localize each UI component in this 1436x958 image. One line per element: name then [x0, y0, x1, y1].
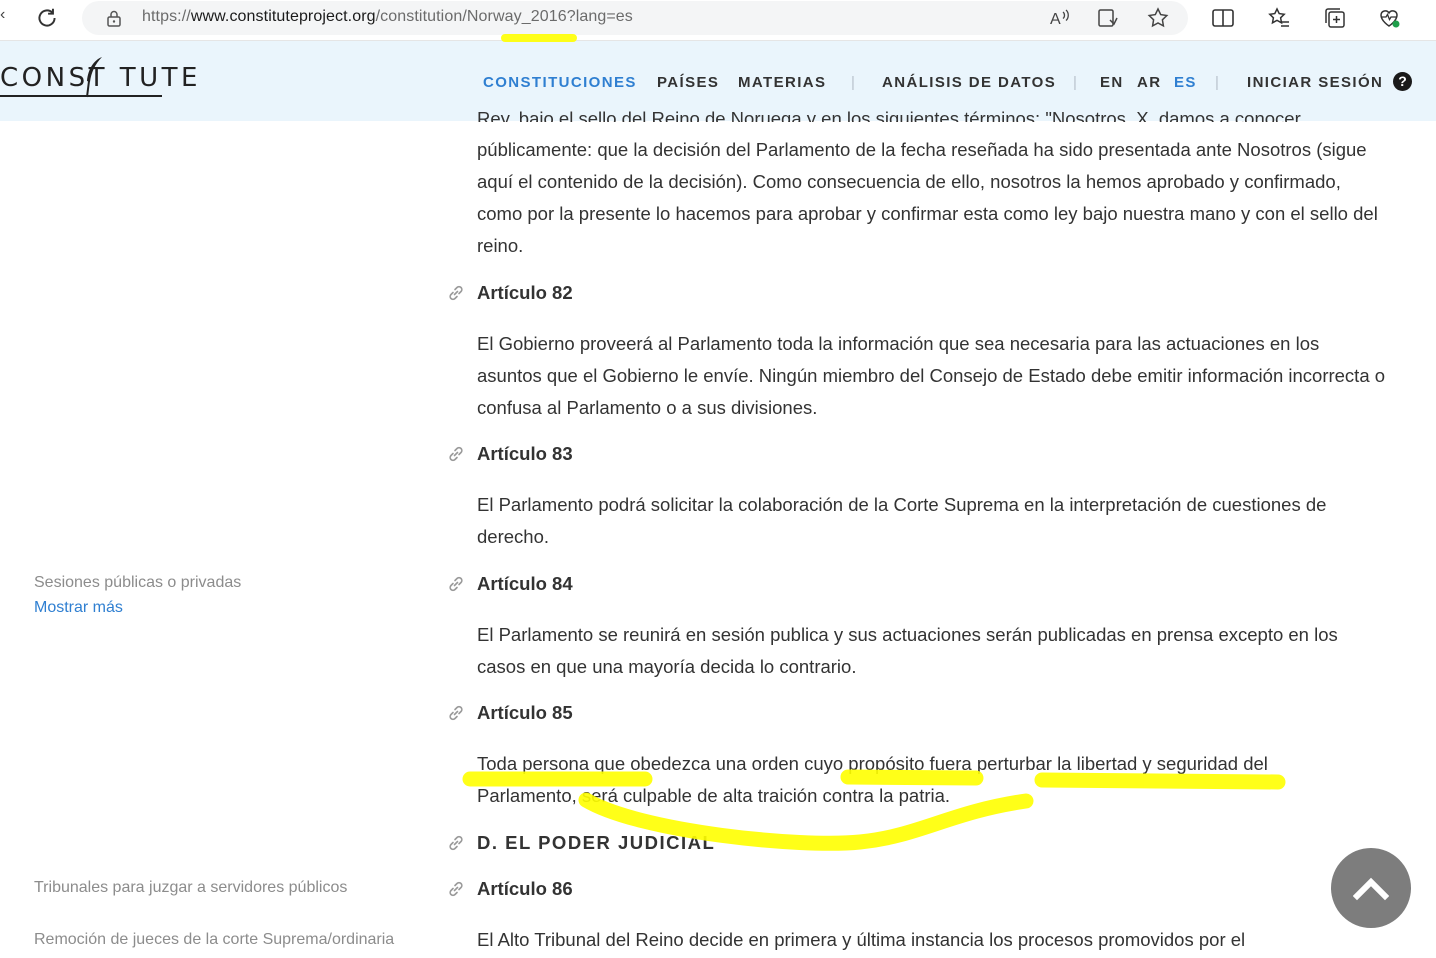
logo-underline: [0, 95, 162, 97]
nav-separator: |: [1073, 74, 1079, 91]
collections-icon[interactable]: [1322, 5, 1348, 31]
partial-paragraph: Rey, bajo el sello del Reino de Noruega …: [477, 108, 1301, 122]
lang-en[interactable]: EN: [1100, 74, 1124, 91]
nav-constituciones[interactable]: CONSTITUCIONES: [483, 74, 637, 91]
nav-analisis-de-datos[interactable]: ANÁLISIS DE DATOS: [882, 74, 1056, 91]
lang-es[interactable]: ES: [1174, 74, 1197, 91]
link-icon[interactable]: [446, 283, 466, 303]
article-85-title: Artículo 85: [477, 702, 573, 723]
favorites-list-icon[interactable]: [1266, 5, 1292, 31]
article-81-text: públicamente: que la decisión del Parlam…: [477, 139, 1378, 256]
browser-essentials-icon[interactable]: [1376, 5, 1402, 31]
article-82-text: El Gobierno proveerá al Parlamento toda …: [477, 333, 1386, 418]
link-icon[interactable]: [446, 703, 466, 723]
article-84-text: El Parlamento se reunirá en sesión publi…: [477, 624, 1338, 677]
article-83-title: Artículo 83: [477, 443, 573, 464]
lock-icon[interactable]: [104, 8, 124, 28]
nav-materias[interactable]: MATERIAS: [738, 74, 826, 91]
topic-label[interactable]: Remoción de jueces de la corte Suprema/o…: [34, 931, 394, 949]
topic-label[interactable]: Sesiones públicas o privadas: [34, 574, 241, 592]
article-83-text: El Parlamento podrá solicitar la colabor…: [477, 494, 1327, 547]
article-86-text: El Alto Tribunal del Reino decide en pri…: [477, 929, 1246, 950]
address-bar[interactable]: https://www.constituteproject.org/consti…: [82, 1, 1188, 35]
split-screen-icon[interactable]: [1210, 5, 1236, 31]
article-86-title: Artículo 86: [477, 878, 573, 899]
link-icon[interactable]: [446, 444, 466, 464]
favorite-star-icon[interactable]: [1146, 6, 1170, 30]
topic-label[interactable]: Tribunales para juzgar a servidores públ…: [34, 879, 347, 897]
immersive-reader-icon[interactable]: [1096, 6, 1120, 30]
section-title: D. EL PODER JUDICIAL: [477, 832, 716, 853]
lang-ar[interactable]: AR: [1137, 74, 1161, 91]
read-aloud-icon[interactable]: A: [1048, 6, 1072, 30]
link-icon[interactable]: [446, 574, 466, 594]
browser-toolbar: ‹ https://www.constituteproject.org/cons…: [0, 0, 1436, 41]
back-arrow-icon[interactable]: ‹: [0, 6, 5, 24]
nav-separator: |: [851, 74, 857, 91]
nav-separator: |: [1215, 74, 1221, 91]
show-more-link[interactable]: Mostrar más: [34, 599, 123, 617]
scroll-to-top-button[interactable]: [1331, 848, 1411, 928]
link-icon[interactable]: [446, 879, 466, 899]
link-icon[interactable]: [446, 833, 466, 853]
article-84-title: Artículo 84: [477, 573, 573, 594]
svg-text:A: A: [1050, 11, 1061, 28]
help-icon[interactable]: ?: [1393, 72, 1412, 91]
article-82-title: Artículo 82: [477, 282, 573, 303]
nav-paises[interactable]: PAÍSES: [657, 74, 719, 91]
url-text[interactable]: https://www.constituteproject.org/consti…: [142, 8, 633, 26]
chevron-up-icon: [1353, 877, 1389, 901]
login-link[interactable]: INICIAR SESIÓN: [1247, 74, 1383, 91]
reload-icon[interactable]: [34, 5, 60, 31]
article-85-text: Toda persona que obedezca una orden cuyo…: [477, 753, 1268, 806]
feather-icon: [86, 57, 102, 98]
